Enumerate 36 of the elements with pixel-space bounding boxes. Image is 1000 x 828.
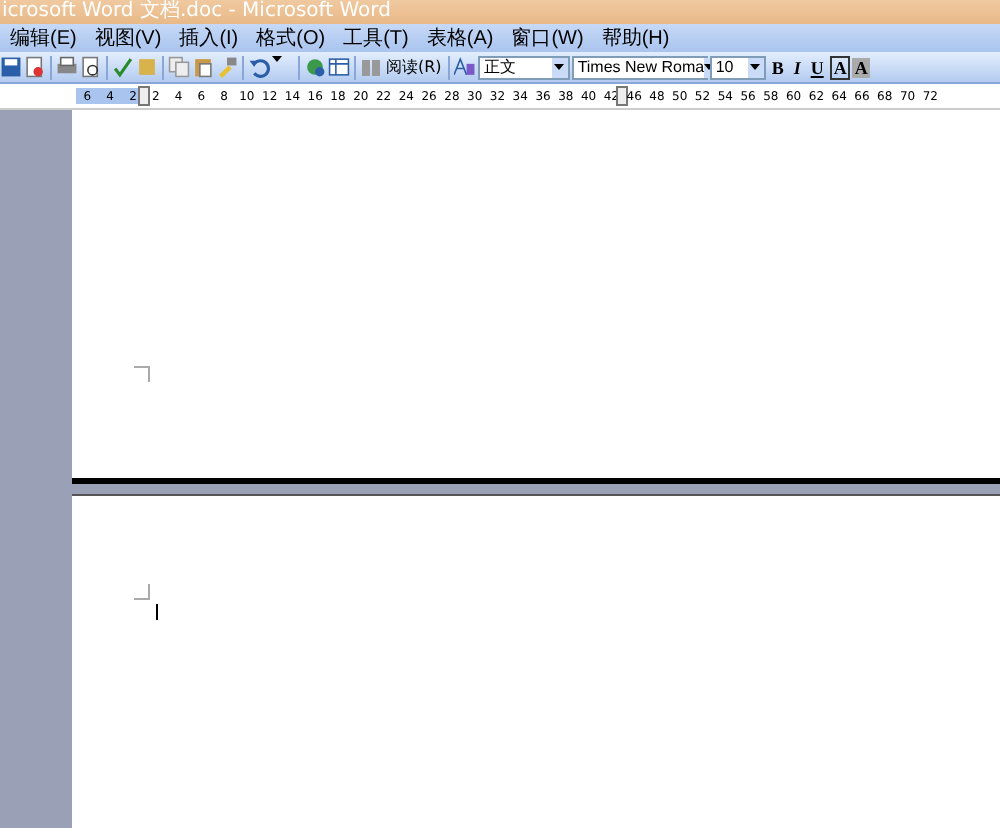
- menu-item[interactable]: 视图(V): [94, 24, 162, 52]
- margin-corner-icon: [134, 584, 150, 600]
- margin-corner-icon: [134, 366, 150, 382]
- underline-button[interactable]: U: [806, 57, 828, 77]
- menu-item[interactable]: 工具(T): [343, 24, 409, 52]
- dropdown-arrow-icon[interactable]: [554, 64, 565, 70]
- indent-marker[interactable]: [616, 86, 629, 106]
- style-dropdown[interactable]: 正文: [477, 55, 570, 79]
- paste-icon[interactable]: [192, 56, 214, 78]
- char-border-button[interactable]: A: [829, 55, 851, 79]
- size-dropdown[interactable]: 10: [709, 55, 766, 79]
- menu-item[interactable]: 表格(A): [426, 24, 494, 52]
- book-icon: [362, 59, 382, 75]
- menu-item[interactable]: 编辑(E): [10, 24, 77, 52]
- dropdown-arrow-icon[interactable]: [750, 64, 761, 70]
- indent-marker[interactable]: [138, 86, 151, 106]
- undo-icon[interactable]: [248, 56, 270, 78]
- menu-item[interactable]: 帮助(H): [601, 24, 670, 52]
- read-button[interactable]: 阅读(R): [360, 56, 444, 78]
- bold-button[interactable]: B: [767, 57, 788, 77]
- spelling-icon[interactable]: [112, 56, 134, 78]
- menu-item[interactable]: 格式(O): [256, 24, 326, 52]
- printer-icon[interactable]: [56, 56, 78, 78]
- text-cursor: [156, 604, 158, 620]
- format-painter-icon[interactable]: [216, 56, 238, 78]
- save-icon[interactable]: [0, 56, 22, 78]
- menu-item[interactable]: 插入(I): [179, 24, 239, 52]
- styles-icon[interactable]: [453, 56, 476, 78]
- font-dropdown[interactable]: Times New Roma: [571, 55, 708, 79]
- italic-button[interactable]: I: [789, 57, 805, 77]
- char-shading-button[interactable]: A: [852, 57, 870, 77]
- menu-item[interactable]: 窗口(W): [511, 24, 584, 52]
- table-icon[interactable]: [328, 56, 350, 78]
- document-icon[interactable]: [24, 56, 46, 78]
- globe-icon[interactable]: [304, 56, 326, 78]
- print-preview-icon[interactable]: [80, 56, 102, 78]
